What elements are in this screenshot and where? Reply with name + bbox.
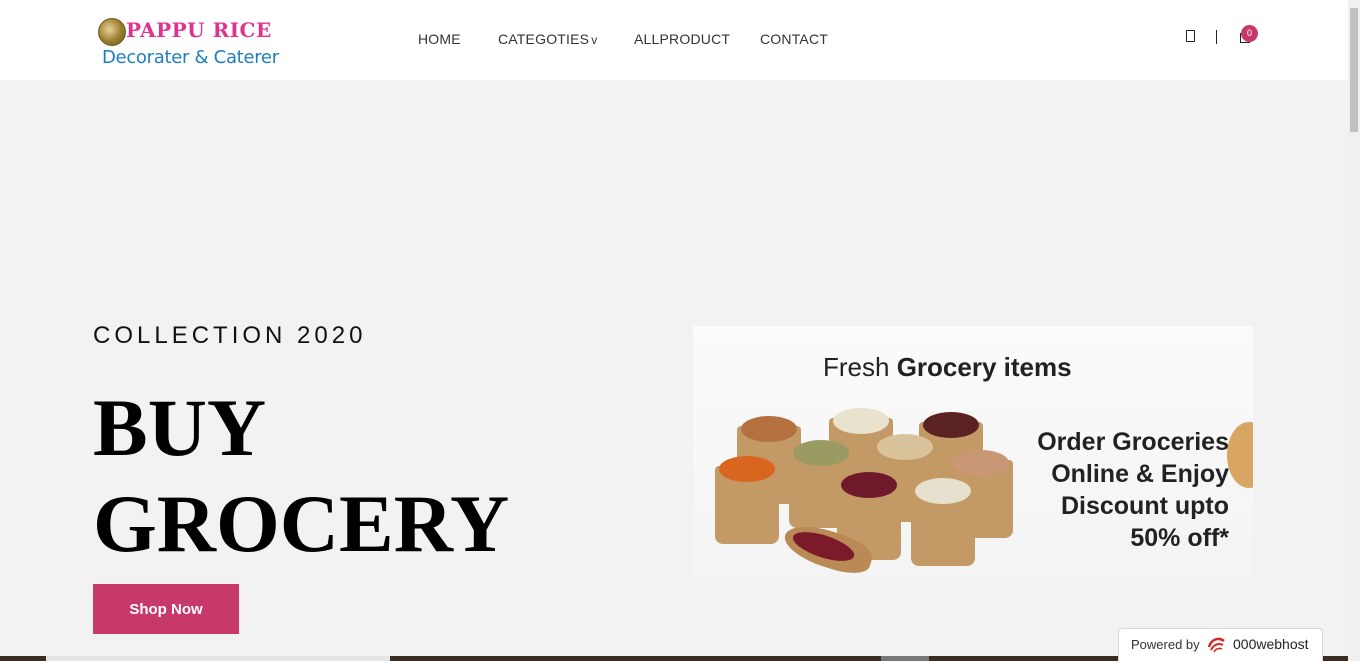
- cart-count-badge: 0: [1241, 25, 1258, 42]
- hero-title-line2: GROCERY: [93, 478, 510, 569]
- grain-sack-icon: [911, 478, 975, 566]
- bottom-strip-segment: [881, 656, 929, 661]
- shop-now-button[interactable]: Shop Now: [93, 584, 239, 634]
- site-header: PAPPU RICE Decorater & Caterer HOME CATE…: [0, 0, 1348, 80]
- banner-headline: Fresh Grocery items: [823, 352, 1072, 383]
- nav-contact[interactable]: CONTACT: [760, 31, 828, 47]
- banner-headline-light: Fresh: [823, 352, 897, 382]
- chevron-down-icon: v: [591, 33, 598, 47]
- logo-title: PAPPU RICE: [126, 18, 272, 42]
- banner-offer-line: Discount upto: [1060, 492, 1229, 520]
- banner-offer-line: 50% off*: [1130, 524, 1229, 552]
- banner-offer-text: Order Groceries Online & Enjoy Discount …: [1037, 426, 1229, 554]
- scrollbar-thumb[interactable]: [1350, 8, 1358, 132]
- bagel-icon: [1227, 422, 1253, 488]
- logo-emblem-icon: [98, 18, 126, 46]
- header-divider: [1216, 30, 1217, 44]
- logo-subtitle: Decorater & Caterer: [102, 47, 279, 68]
- hero-title: BUY GROCERY: [93, 380, 613, 572]
- powered-by-badge[interactable]: Powered by 000webhost: [1118, 628, 1323, 661]
- nav-allproduct[interactable]: ALLPRODUCT: [634, 31, 730, 47]
- bottom-strip-segment: [46, 656, 390, 661]
- powered-by-label: Powered by: [1131, 637, 1200, 652]
- nav-home[interactable]: HOME: [418, 31, 461, 47]
- hero-title-line1: BUY: [93, 382, 267, 473]
- nav-categories[interactable]: CATEGOTIES v: [498, 31, 597, 47]
- page-scrollbar[interactable]: [1348, 0, 1360, 661]
- search-icon[interactable]: [1186, 30, 1195, 42]
- powered-by-brand: 000webhost: [1233, 636, 1309, 652]
- hero-subtitle: COLLECTION 2020: [93, 322, 367, 349]
- grain-sack-icon: [715, 456, 779, 544]
- banner-offer-line: Online & Enjoy: [1051, 460, 1229, 488]
- nav-categories-label: CATEGOTIES: [498, 31, 590, 47]
- banner-headline-bold: Grocery items: [896, 352, 1072, 382]
- webhost-logo-icon: [1207, 637, 1225, 653]
- banner-offer-line: Order Groceries: [1037, 428, 1229, 456]
- site-logo[interactable]: PAPPU RICE Decorater & Caterer: [98, 14, 279, 72]
- grocery-banner-image: Fresh Grocery items Order Groceries Onli…: [693, 326, 1253, 590]
